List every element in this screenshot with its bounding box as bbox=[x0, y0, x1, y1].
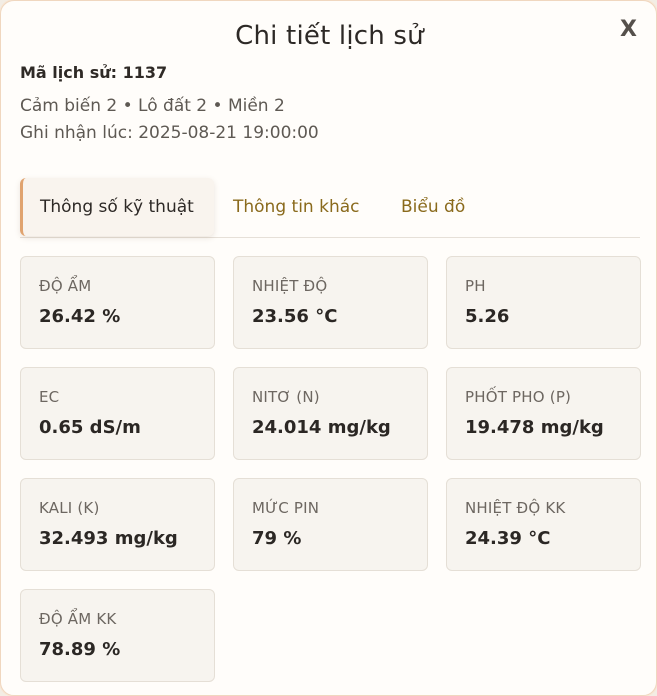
metric-card-potassium: KALI (K) 32.493 mg/kg bbox=[20, 478, 215, 571]
metric-label: PHỐT PHO (P) bbox=[465, 388, 572, 406]
metric-label: PH bbox=[465, 277, 486, 295]
metric-card-temperature: NHIỆT ĐỘ 23.56 °C bbox=[233, 256, 428, 349]
metric-value: 5.26 bbox=[465, 306, 510, 327]
modal-title: Chi tiết lịch sử bbox=[235, 21, 424, 51]
metric-value: 19.478 mg/kg bbox=[465, 417, 604, 438]
metric-card-nitrogen: NITƠ (N) 24.014 mg/kg bbox=[233, 367, 428, 460]
metric-value: 26.42 % bbox=[39, 306, 121, 327]
metric-label: NITƠ (N) bbox=[252, 388, 320, 406]
tab-chart[interactable]: Biểu đồ bbox=[401, 178, 465, 236]
metric-value: 79 % bbox=[252, 528, 302, 549]
metric-label: NHIỆT ĐỘ KK bbox=[465, 499, 566, 517]
tab-technical-specs[interactable]: Thông số kỹ thuật bbox=[20, 178, 214, 236]
metric-value: 0.65 dS/m bbox=[39, 417, 141, 438]
history-detail-modal: Chi tiết lịch sử X Mã lịch sử: 1137 Cảm … bbox=[0, 0, 657, 696]
tab-other-info[interactable]: Thông tin khác bbox=[233, 178, 359, 236]
metric-value: 23.56 °C bbox=[252, 306, 338, 327]
metric-value: 24.014 mg/kg bbox=[252, 417, 391, 438]
tab-bar: Thông số kỹ thuật Thông tin khác Biểu đồ bbox=[20, 178, 640, 238]
metric-card-air-humidity: ĐỘ ẨM KK 78.89 % bbox=[20, 589, 215, 682]
metric-card-soil-moisture: ĐỘ ẨM 26.42 % bbox=[20, 256, 215, 349]
metric-card-air-temperature: NHIỆT ĐỘ KK 24.39 °C bbox=[446, 478, 641, 571]
metric-label: ĐỘ ẨM KK bbox=[39, 610, 117, 628]
metric-label: MỨC PIN bbox=[252, 499, 320, 517]
metric-label: ĐỘ ẨM bbox=[39, 277, 92, 295]
metric-label: NHIỆT ĐỘ bbox=[252, 277, 328, 295]
recorded-time: Ghi nhận lúc: 2025-08-21 19:00:00 bbox=[20, 123, 319, 143]
metric-label: KALI (K) bbox=[39, 499, 100, 517]
metric-card-battery: MỨC PIN 79 % bbox=[233, 478, 428, 571]
metric-card-phosphorus: PHỐT PHO (P) 19.478 mg/kg bbox=[446, 367, 641, 460]
metric-card-ph: PH 5.26 bbox=[446, 256, 641, 349]
sensor-location: Cảm biến 2 • Lô đất 2 • Miền 2 bbox=[20, 96, 285, 116]
metric-label: EC bbox=[39, 388, 60, 406]
metric-card-ec: EC 0.65 dS/m bbox=[20, 367, 215, 460]
history-id: Mã lịch sử: 1137 bbox=[20, 63, 168, 82]
close-button[interactable]: X bbox=[620, 19, 637, 41]
metric-value: 32.493 mg/kg bbox=[39, 528, 178, 549]
metric-value: 78.89 % bbox=[39, 639, 121, 660]
metric-value: 24.39 °C bbox=[465, 528, 551, 549]
